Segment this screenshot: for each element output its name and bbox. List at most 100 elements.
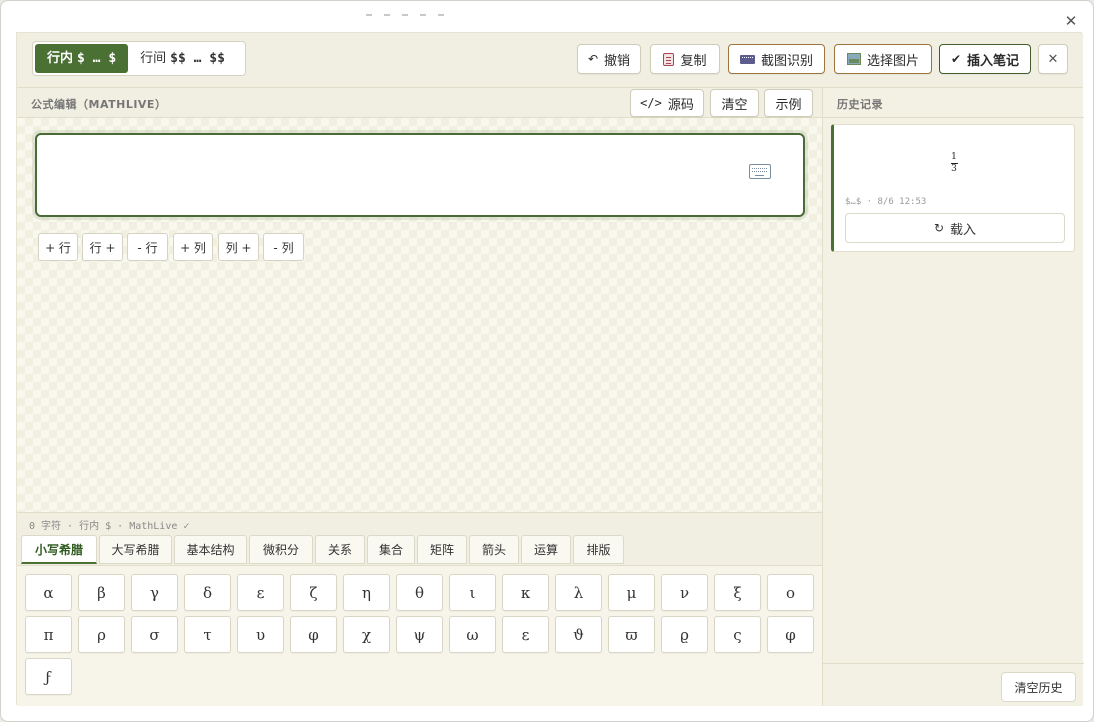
symbol-key-kappa[interactable]: κ bbox=[502, 574, 549, 611]
symbol-tab-bar: 小写希腊 大写希腊 基本结构 微积分 关系 集合 矩阵 箭头 运算 排版 bbox=[17, 533, 822, 566]
symbol-key-xi[interactable]: ξ bbox=[714, 574, 761, 611]
pick-image-button[interactable]: 选择图片 bbox=[834, 44, 932, 74]
load-history-button[interactable]: ↻ 载入 bbox=[845, 213, 1065, 243]
undo-icon: ↶ bbox=[587, 52, 599, 66]
mode-toggle: 行内 $ … $ 行间 $$ … $$ bbox=[32, 41, 246, 76]
tab-basic-structures[interactable]: 基本结构 bbox=[174, 535, 247, 564]
symbol-key-grid: α β γ δ ε ζ η θ ι κ λ μ ν ξ ο π ρ σ τ υ … bbox=[17, 566, 822, 706]
example-label: 示例 bbox=[775, 97, 802, 113]
source-button[interactable]: </> 源码 bbox=[630, 89, 704, 117]
math-input-field[interactable] bbox=[35, 133, 805, 217]
screenshot-ocr-label: 截图识别 bbox=[760, 53, 813, 69]
add-column-before-button[interactable]: + 列 bbox=[173, 233, 213, 261]
copy-label: 复制 bbox=[680, 53, 707, 69]
symbol-key-vartheta[interactable]: ϑ bbox=[555, 616, 602, 653]
history-panel: 历史记录 1 3 $…$ · 8/6 12:53 ↻ 载入 清空历史 bbox=[822, 88, 1084, 706]
tab-lowercase-greek[interactable]: 小写希腊 bbox=[21, 535, 97, 564]
keyboard-icon bbox=[739, 54, 755, 64]
symbol-key-varphi[interactable]: φ bbox=[767, 616, 814, 653]
symbol-key-alpha[interactable]: α bbox=[25, 574, 72, 611]
symbol-key-psi[interactable]: ψ bbox=[396, 616, 443, 653]
tab-typesetting[interactable]: 排版 bbox=[573, 535, 624, 564]
status-bar: 0 字符 · 行内 $ · MathLive ✓ bbox=[17, 512, 822, 533]
symbol-key-varpi[interactable]: ϖ bbox=[608, 616, 655, 653]
history-title: 历史记录 bbox=[837, 98, 883, 111]
symbol-key-digamma[interactable]: ϝ bbox=[25, 658, 72, 695]
reload-icon: ↻ bbox=[933, 221, 945, 235]
virtual-keyboard-icon[interactable] bbox=[749, 164, 771, 179]
symbol-key-chi[interactable]: χ bbox=[343, 616, 390, 653]
tab-uppercase-greek[interactable]: 大写希腊 bbox=[99, 535, 172, 564]
pick-image-label: 选择图片 bbox=[866, 53, 919, 69]
symbol-key-delta[interactable]: δ bbox=[184, 574, 231, 611]
example-button[interactable]: 示例 bbox=[764, 89, 813, 117]
symbol-key-varepsilon[interactable]: ε bbox=[502, 616, 549, 653]
tab-arrows[interactable]: 箭头 bbox=[469, 535, 519, 564]
mode-display-label: 行间 bbox=[140, 51, 167, 66]
tab-matrices[interactable]: 矩阵 bbox=[417, 535, 467, 564]
symbol-key-gamma[interactable]: γ bbox=[131, 574, 178, 611]
clear-history-button[interactable]: 清空历史 bbox=[1001, 672, 1076, 702]
formula-editor-app: 行内 $ … $ 行间 $$ … $$ ↶ 撤销 复制 截图识别 选择图片 ✔ … bbox=[16, 32, 1084, 706]
symbol-key-omega[interactable]: ω bbox=[449, 616, 496, 653]
copy-button[interactable]: 复制 bbox=[650, 44, 720, 74]
history-header: 历史记录 bbox=[823, 88, 1084, 118]
editor-header: 公式编辑（MATHLIVE） </> 源码 清空 示例 bbox=[17, 88, 822, 118]
clear-label: 清空 bbox=[721, 97, 748, 113]
check-icon: ✔ bbox=[950, 52, 962, 66]
symbol-key-iota[interactable]: ι bbox=[449, 574, 496, 611]
add-row-after-button[interactable]: 行 + bbox=[82, 233, 123, 261]
symbol-key-varrho[interactable]: ϱ bbox=[661, 616, 708, 653]
source-label: 源码 bbox=[667, 97, 694, 113]
symbol-key-lambda[interactable]: λ bbox=[555, 574, 602, 611]
tab-operators[interactable]: 运算 bbox=[521, 535, 571, 564]
insert-note-label: 插入笔记 bbox=[967, 53, 1020, 69]
add-column-after-button[interactable]: 列 + bbox=[218, 233, 259, 261]
symbol-key-theta[interactable]: θ bbox=[396, 574, 443, 611]
toolbar: 行内 $ … $ 行间 $$ … $$ ↶ 撤销 复制 截图识别 选择图片 ✔ … bbox=[17, 33, 1083, 88]
titlebar-grip[interactable] bbox=[366, 1, 496, 16]
remove-row-button[interactable]: - 行 bbox=[127, 233, 168, 261]
tab-calculus[interactable]: 微积分 bbox=[249, 535, 313, 564]
symbol-key-phi[interactable]: φ bbox=[290, 616, 337, 653]
mode-inline-label: 行内 bbox=[47, 51, 74, 66]
symbol-key-pi[interactable]: π bbox=[25, 616, 72, 653]
symbol-key-eta[interactable]: η bbox=[343, 574, 390, 611]
symbol-key-rho[interactable]: ρ bbox=[78, 616, 125, 653]
symbol-key-epsilon[interactable]: ε bbox=[237, 574, 284, 611]
clear-button[interactable]: 清空 bbox=[710, 89, 759, 117]
undo-button[interactable]: ↶ 撤销 bbox=[577, 44, 641, 74]
history-footer: 清空历史 bbox=[823, 663, 1084, 706]
insert-note-button[interactable]: ✔ 插入笔记 bbox=[939, 44, 1031, 74]
symbol-key-tau[interactable]: τ bbox=[184, 616, 231, 653]
symbol-key-mu[interactable]: μ bbox=[608, 574, 655, 611]
mode-display-option[interactable]: 行间 $$ … $$ bbox=[128, 44, 237, 73]
mode-inline-math: $ … $ bbox=[77, 51, 117, 66]
window-close-icon[interactable]: ✕ bbox=[1063, 13, 1079, 29]
app-window: ✕ 行内 $ … $ 行间 $$ … $$ ↶ 撤销 复制 截图识别 选择图片 … bbox=[0, 0, 1094, 722]
panel-close-button[interactable]: ✕ bbox=[1038, 44, 1068, 74]
screenshot-ocr-button[interactable]: 截图识别 bbox=[728, 44, 825, 74]
remove-column-button[interactable]: - 列 bbox=[263, 233, 304, 261]
symbol-key-upsilon[interactable]: υ bbox=[237, 616, 284, 653]
editor-section-title: 公式编辑（MATHLIVE） bbox=[31, 98, 167, 111]
code-icon: </> bbox=[640, 96, 662, 110]
tab-sets[interactable]: 集合 bbox=[367, 535, 415, 564]
symbol-key-sigma[interactable]: σ bbox=[131, 616, 178, 653]
load-history-label: 载入 bbox=[950, 222, 977, 238]
editor-canvas: + 行 行 + - 行 + 列 列 + - 列 bbox=[17, 118, 822, 512]
history-formula-preview: 1 3 bbox=[834, 153, 1074, 174]
symbol-key-omicron[interactable]: ο bbox=[767, 574, 814, 611]
symbol-key-varsigma[interactable]: ς bbox=[714, 616, 761, 653]
clipboard-icon bbox=[663, 52, 675, 66]
history-item[interactable]: 1 3 $…$ · 8/6 12:53 ↻ 载入 bbox=[831, 124, 1075, 252]
symbol-key-beta[interactable]: β bbox=[78, 574, 125, 611]
fraction-denominator: 3 bbox=[951, 164, 957, 174]
mode-inline-option[interactable]: 行内 $ … $ bbox=[35, 44, 129, 73]
add-row-before-button[interactable]: + 行 bbox=[38, 233, 78, 261]
fraction-numerator: 1 bbox=[951, 152, 957, 162]
symbol-key-nu[interactable]: ν bbox=[661, 574, 708, 611]
tab-relations[interactable]: 关系 bbox=[315, 535, 365, 564]
symbol-key-zeta[interactable]: ζ bbox=[290, 574, 337, 611]
close-icon: ✕ bbox=[1047, 51, 1059, 67]
